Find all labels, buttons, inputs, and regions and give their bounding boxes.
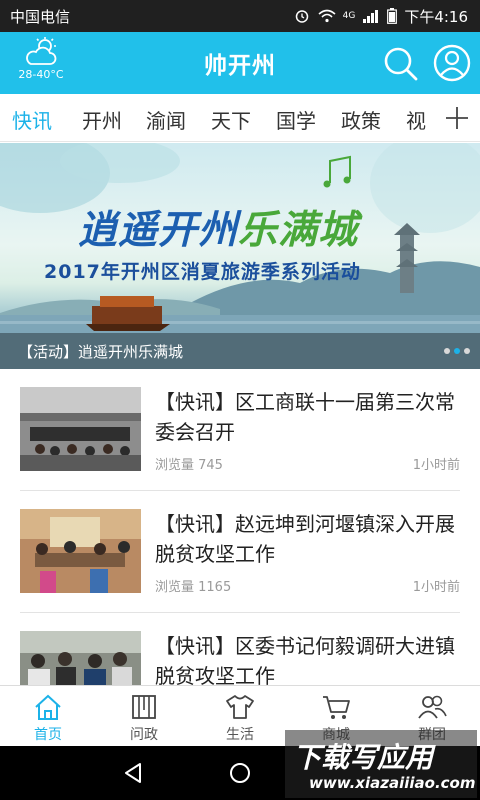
- network-type: 4G: [342, 10, 356, 21]
- nav-wenzheng[interactable]: 问政: [96, 686, 192, 747]
- app-title: 帅开州: [204, 53, 276, 79]
- banner-headline-part1: 逍遥开州: [78, 208, 239, 253]
- temperature-label: 28-40°C: [18, 68, 64, 81]
- news-item[interactable]: 【快讯】赵远坤到河堰镇深入开展脱贫攻坚工作 浏览量 1165 1小时前: [20, 491, 460, 613]
- nav-label: 问政: [130, 727, 158, 743]
- cart-icon: [323, 696, 350, 719]
- book-icon: [132, 695, 156, 719]
- banner-subtitle: 2017年开州区消夏旅游季系列活动: [44, 261, 361, 283]
- tab-yuwen[interactable]: 渝闻: [146, 105, 186, 134]
- tab-kuaixun[interactable]: 快讯: [12, 105, 52, 134]
- carrier-label: 中国电信: [10, 7, 71, 26]
- watermark: 下载写应用 www.xiazaiiiao.com: [285, 730, 477, 798]
- tab-guoxue[interactable]: 国学: [276, 105, 316, 134]
- back-icon[interactable]: [118, 758, 148, 788]
- user-icon[interactable]: [432, 43, 472, 83]
- nav-life[interactable]: 生活: [192, 686, 288, 747]
- watermark-text: 下载写应用: [293, 741, 434, 774]
- search-icon[interactable]: [380, 43, 420, 83]
- banner-headline: 逍遥开州乐满城: [78, 199, 358, 255]
- channel-tabs: 快讯 开州 渝闻 天下 国学 政策 视: [0, 94, 480, 142]
- tab-zhengce[interactable]: 政策: [341, 105, 381, 134]
- news-views: 浏览量 1165: [155, 580, 232, 595]
- carousel-indicator: [444, 348, 470, 354]
- news-title: 【快讯】区委书记何毅调研大进镇脱贫攻坚工作: [155, 634, 455, 685]
- tab-kaizhou[interactable]: 开州: [82, 105, 122, 134]
- banner-headline-part2: 乐满城: [238, 208, 359, 253]
- tab-video[interactable]: 视: [406, 105, 426, 134]
- nav-label: 生活: [226, 727, 254, 743]
- app-header: 28-40°C 帅开州: [0, 32, 480, 94]
- news-time: 1小时前: [412, 458, 460, 473]
- nav-label: 首页: [34, 727, 62, 743]
- status-time: 下午4:16: [404, 7, 468, 26]
- news-list: 【快讯】区工商联十一届第三次常委会召开 浏览量 745 1小时前 【快讯】赵远坤…: [0, 369, 480, 685]
- news-item[interactable]: 【快讯】区工商联十一届第三次常委会召开 浏览量 745 1小时前: [20, 369, 460, 491]
- banner-caption-bar: 【活动】逍遥开州乐满城: [0, 333, 480, 369]
- banner-caption: 【活动】逍遥开州乐满城: [18, 343, 184, 361]
- weather-widget[interactable]: 28-40°C: [12, 36, 70, 90]
- banner-carousel[interactable]: 逍遥开州乐满城 2017年开州区消夏旅游季系列活动 【活动】逍遥开州乐满城: [0, 143, 480, 369]
- app-screen: 中国电信 4G 下午4:16 28-40°C 帅开州 快讯 开州 渝闻 天下 国…: [0, 0, 480, 800]
- alarm-icon: [295, 10, 308, 23]
- nav-home[interactable]: 首页: [0, 686, 96, 747]
- carousel-dot[interactable]: [444, 348, 450, 354]
- signal-icon: [363, 10, 379, 23]
- watermark-url: www.xiazaiiiao.com: [309, 774, 476, 792]
- tab-tianxia[interactable]: 天下: [211, 105, 251, 134]
- news-item[interactable]: 【快讯】区委书记何毅调研大进镇脱贫攻坚工作: [20, 613, 460, 685]
- news-time: 1小时前: [412, 580, 460, 595]
- news-thumbnail: [20, 387, 141, 471]
- status-bar: 中国电信 4G 下午4:16: [0, 0, 480, 32]
- carousel-dot-active[interactable]: [454, 348, 460, 354]
- group-icon: [418, 695, 447, 719]
- news-thumbnail: [20, 631, 141, 685]
- news-title: 【快讯】赵远坤到河堰镇深入开展脱贫攻坚工作: [155, 512, 455, 566]
- home-button-icon[interactable]: [225, 758, 255, 788]
- wifi-icon: [318, 9, 336, 23]
- cloud-sun-icon: [26, 37, 57, 65]
- plus-icon[interactable]: [440, 101, 474, 135]
- status-icons: 4G 下午4:16: [293, 6, 468, 27]
- news-title: 【快讯】区工商联十一届第三次常委会召开: [155, 390, 455, 444]
- tshirt-icon: [226, 695, 254, 719]
- carousel-dot[interactable]: [464, 348, 470, 354]
- news-views: 浏览量 745: [155, 458, 223, 473]
- news-thumbnail: [20, 509, 141, 593]
- battery-icon: [387, 8, 398, 24]
- home-icon: [35, 694, 61, 720]
